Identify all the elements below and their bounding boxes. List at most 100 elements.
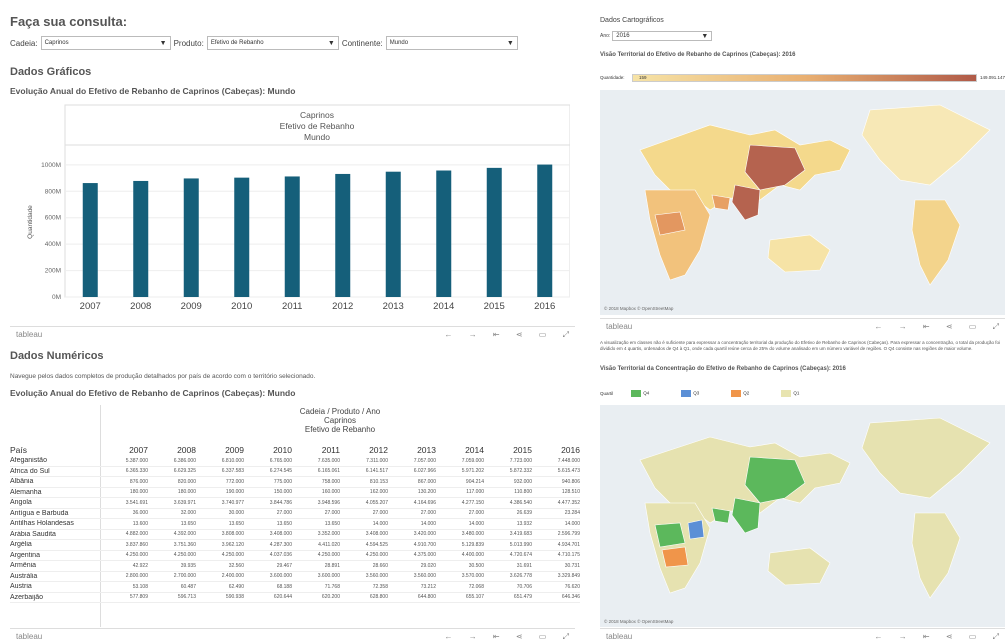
undo-icon[interactable]: ← xyxy=(444,632,452,641)
bar-2012[interactable] xyxy=(335,173,351,297)
filter-bar: Cadeia: Caprinos ▼ Produto: Efetivo de Re… xyxy=(10,36,518,50)
table-head-line-2: Caprinos xyxy=(323,416,356,425)
country-name: Áustria xyxy=(10,583,32,591)
table-row: Afeganistão 5.387.000 6.386.000 6.810.000 6.… xyxy=(10,456,580,467)
fullscreen-icon[interactable]: ⤢ xyxy=(993,322,999,331)
table-cell: 5.872.332 xyxy=(509,468,532,475)
q3-swatch xyxy=(681,390,692,397)
y-axis-label: Quantidade xyxy=(27,205,34,239)
download-icon[interactable]: ▭ xyxy=(969,322,977,331)
download-icon[interactable]: ▭ xyxy=(539,632,547,641)
cadeia-select[interactable]: Caprinos ▼ xyxy=(40,36,171,50)
table-cell: 6.765.000 xyxy=(269,457,292,464)
table-row: Áustria 53.108 60.487 62.490 68.188 71.768 72.… xyxy=(10,582,580,593)
table-cell: 32.560 xyxy=(228,562,244,569)
country-name: Albânia xyxy=(10,478,34,486)
table-body: Afeganistão 5.387.000 6.386.000 6.810.000 6.… xyxy=(10,456,580,603)
share-icon[interactable]: ⋖ xyxy=(516,632,523,641)
produto-label: Produto: xyxy=(173,38,204,48)
table-cell: 180.000 xyxy=(129,489,148,496)
share-icon[interactable]: ⋖ xyxy=(946,322,953,331)
redo-icon[interactable]: → xyxy=(899,632,907,641)
x-tick-label: 2011 xyxy=(282,301,302,312)
table-cell: 6.337.583 xyxy=(221,468,244,475)
table-cell: 4.720.674 xyxy=(509,552,532,559)
x-tick-label: 2010 xyxy=(231,301,252,312)
bars-group: 0M 200M 400M 600M 800M 1000M 2007 2008 2009 2010 2… xyxy=(41,162,570,312)
redo-icon[interactable]: → xyxy=(469,632,477,641)
download-icon[interactable]: ▭ xyxy=(539,330,547,339)
share-icon[interactable]: ⋖ xyxy=(946,632,953,641)
ano-value: 2016 xyxy=(616,33,630,39)
table-cell: 14.000 xyxy=(420,520,436,527)
table-cell: 71.768 xyxy=(324,583,340,590)
country-name: África do Sul xyxy=(10,467,50,475)
chevron-down-icon: ▼ xyxy=(506,39,514,47)
ano-select[interactable]: 2016 ▼ xyxy=(612,31,713,41)
bar-2016[interactable] xyxy=(537,164,553,297)
map-quantity[interactable]: © 2018 Mapbox © OpenStreetMap xyxy=(600,90,1005,315)
bar-2007[interactable] xyxy=(82,183,98,297)
revert-icon[interactable]: ⇤ xyxy=(923,322,930,331)
table-cell: 4.287.300 xyxy=(269,541,292,548)
table-cell: 27.000 xyxy=(468,510,484,517)
year-header: 2010 xyxy=(273,445,292,455)
table-cell: 4.375.000 xyxy=(413,552,436,559)
table-cell: 646.346 xyxy=(561,594,580,601)
bar-2015[interactable] xyxy=(486,167,502,297)
india-shape xyxy=(731,184,761,221)
bar-2013[interactable] xyxy=(385,171,401,297)
table-cell: 4.250.000 xyxy=(221,552,244,559)
fullscreen-icon[interactable]: ⤢ xyxy=(563,330,569,339)
legend-q1: Q1 xyxy=(781,390,799,397)
table-cell: 72.358 xyxy=(372,583,388,590)
table-cell: 72.068 xyxy=(468,583,484,590)
undo-icon[interactable]: ← xyxy=(874,322,882,331)
table-cell: 932.000 xyxy=(513,478,532,485)
revert-icon[interactable]: ⇤ xyxy=(493,330,500,339)
table-cell: 73.212 xyxy=(420,583,436,590)
north-america-shape xyxy=(861,104,991,186)
x-tick-label: 2009 xyxy=(181,301,202,312)
undo-icon[interactable]: ← xyxy=(444,330,452,339)
table-cell: 3.844.786 xyxy=(269,499,292,506)
tableau-logo: tableau xyxy=(606,632,633,641)
table-row: Albânia 876.000 820.000 772.000 775.000 758.0… xyxy=(10,477,580,488)
numericos-note: Navegue pelos dados completos de produçã… xyxy=(10,373,316,380)
map1-attribution: © 2018 Mapbox © OpenStreetMap xyxy=(604,305,674,311)
table-title: Evolução Anual do Efetivo de Rebanho de … xyxy=(10,388,296,398)
bar-2009[interactable] xyxy=(183,178,199,297)
revert-icon[interactable]: ⇤ xyxy=(923,632,930,641)
table-cell: 3.560.000 xyxy=(365,573,388,580)
continente-select[interactable]: Mundo ▼ xyxy=(385,36,518,50)
bar-2011[interactable] xyxy=(284,176,300,297)
table-cell: 62.490 xyxy=(228,583,244,590)
table-cell: 5.971.202 xyxy=(461,468,484,475)
fullscreen-icon[interactable]: ⤢ xyxy=(993,632,999,641)
table-head-line-1: Cadeia / Produto / Ano xyxy=(299,407,381,416)
redo-icon[interactable]: → xyxy=(899,322,907,331)
chevron-down-icon: ▼ xyxy=(701,32,709,40)
table-cell: 4.400.000 xyxy=(461,552,484,559)
share-icon[interactable]: ⋖ xyxy=(516,330,523,339)
x-tick-label: 2008 xyxy=(130,301,151,312)
table-cell: 60.487 xyxy=(180,583,196,590)
table-cell: 29.020 xyxy=(420,562,436,569)
table-cell: 27.000 xyxy=(372,510,388,517)
year-header: 2014 xyxy=(465,445,484,455)
map2-toolbar: tableau ← → ⇤ ⋖ ▭ ⤢ xyxy=(600,628,1005,644)
map-quartil[interactable]: © 2018 Mapbox © OpenStreetMap xyxy=(600,405,1005,627)
bar-2010[interactable] xyxy=(234,177,250,297)
quartil-label: Quartil xyxy=(600,391,614,396)
bar-2008[interactable] xyxy=(133,180,149,297)
revert-icon[interactable]: ⇤ xyxy=(493,632,500,641)
download-icon[interactable]: ▭ xyxy=(969,632,977,641)
redo-icon[interactable]: → xyxy=(469,330,477,339)
bar-2014[interactable] xyxy=(436,170,452,297)
table-row: Azerbaijão 577.809 596.713 590.938 620.644 62… xyxy=(10,593,580,603)
pais-header: País xyxy=(10,445,28,455)
fullscreen-icon[interactable]: ⤢ xyxy=(563,632,569,641)
table-cell: 4.250.000 xyxy=(125,552,148,559)
produto-select[interactable]: Efetivo de Rebanho ▼ xyxy=(206,36,339,50)
undo-icon[interactable]: ← xyxy=(874,632,882,641)
